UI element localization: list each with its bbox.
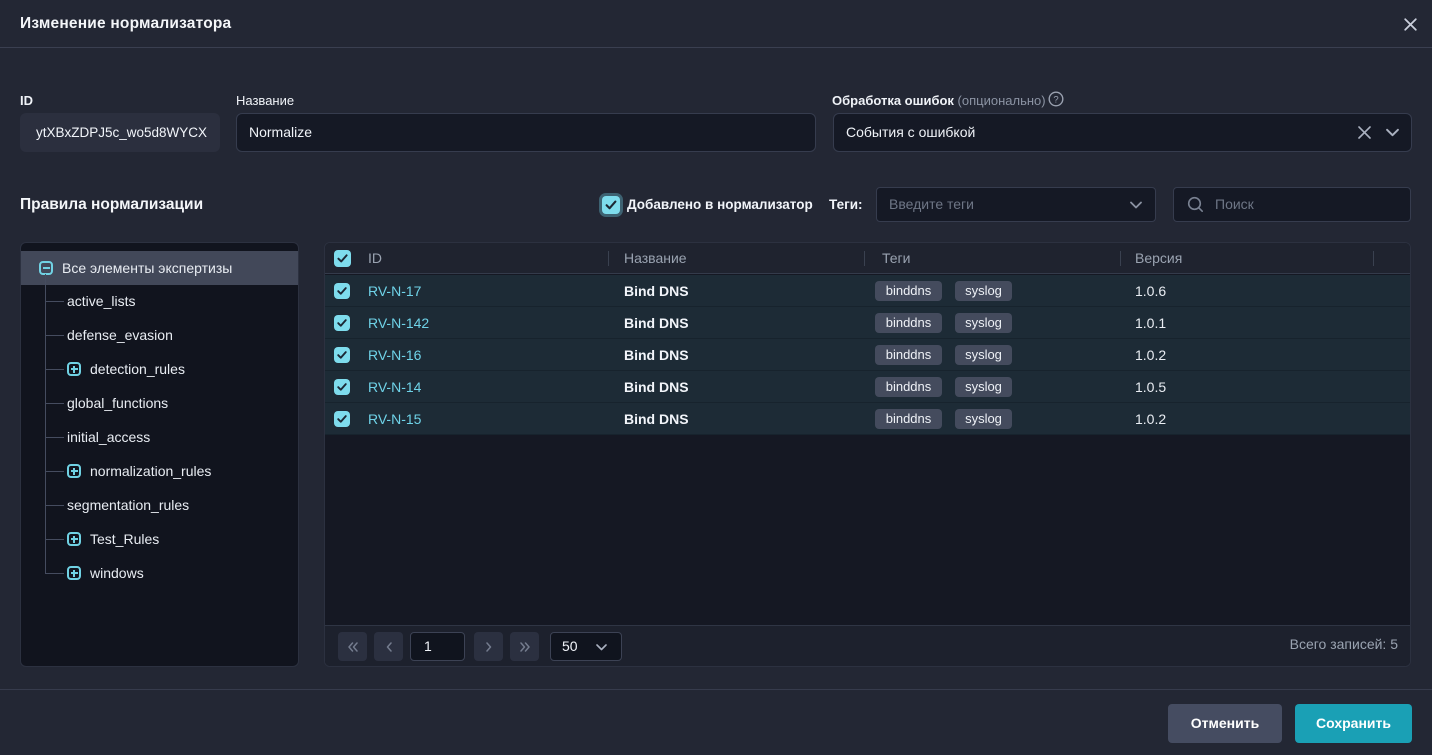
svg-text:?: ? (1053, 94, 1058, 105)
